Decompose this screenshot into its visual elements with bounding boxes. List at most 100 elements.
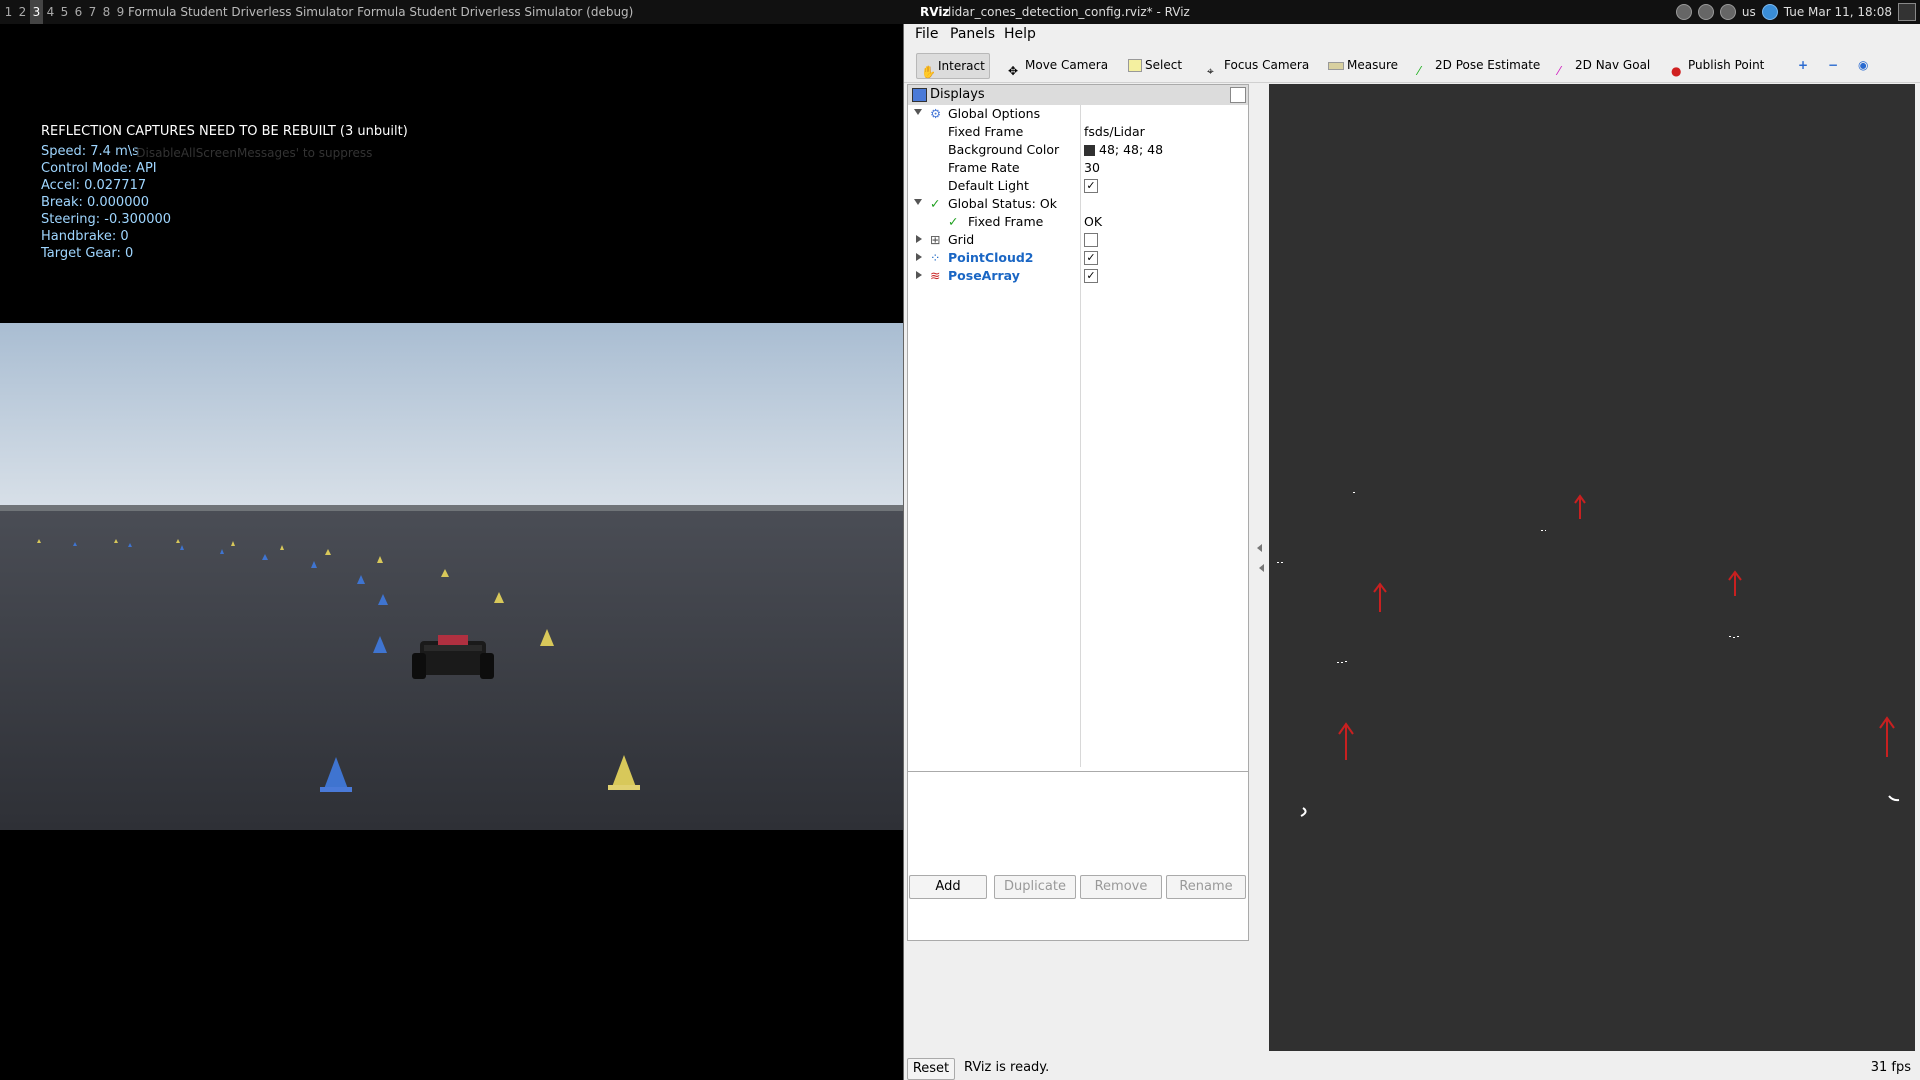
reset-button[interactable]: Reset bbox=[907, 1058, 955, 1080]
rviz-window-title[interactable]: lidar_cones_detection_config.rviz* - RVi… bbox=[948, 0, 1190, 24]
focus-camera-tool[interactable]: ⌖ Focus Camera bbox=[1203, 53, 1313, 78]
pointcloud2-label: PointCloud2 bbox=[948, 250, 1034, 265]
tree-background-color[interactable]: Background Color 48; 48; 48 bbox=[908, 141, 1248, 159]
workspace-2[interactable]: 2 bbox=[16, 0, 29, 24]
rviz-window: File Panels Help ✋ Interact ✥ Move Camera … bbox=[903, 24, 1920, 1080]
3d-render-view[interactable] bbox=[1269, 84, 1915, 1051]
sky bbox=[0, 323, 903, 508]
green-arrow-icon: ⁄ bbox=[1418, 63, 1421, 78]
panel-float-button[interactable] bbox=[1230, 87, 1246, 103]
focus-icon: ⌖ bbox=[1207, 63, 1214, 78]
simulator-viewport[interactable] bbox=[0, 323, 903, 830]
hand-icon: ✋ bbox=[921, 64, 936, 79]
publish-point-tool[interactable]: ● Publish Point bbox=[1667, 53, 1768, 78]
fixed-frame-value[interactable]: fsds/Lidar bbox=[1084, 124, 1145, 139]
posearray-checkbox[interactable]: ✓ bbox=[1084, 269, 1098, 283]
global-status-label: Global Status: Ok bbox=[948, 196, 1057, 211]
collapse-arrow-icon[interactable] bbox=[916, 271, 922, 279]
select-label: Select bbox=[1145, 58, 1183, 72]
workspace-5[interactable]: 5 bbox=[58, 0, 71, 24]
audio-icon[interactable] bbox=[1675, 4, 1692, 20]
workspace-9[interactable]: 9 bbox=[114, 0, 127, 24]
focus-camera-label: Focus Camera bbox=[1224, 58, 1310, 72]
grid-icon: ⊞ bbox=[930, 232, 941, 247]
grid-checkbox[interactable] bbox=[1084, 233, 1098, 247]
background-color-value[interactable]: 48; 48; 48 bbox=[1084, 142, 1163, 157]
hud-handbrake: Handbrake: 0 bbox=[41, 229, 129, 244]
menu-help[interactable]: Help bbox=[1004, 26, 1036, 42]
tree-grid[interactable]: ⊞ Grid bbox=[908, 231, 1248, 249]
menu-file[interactable]: File bbox=[915, 26, 938, 42]
duplicate-button[interactable]: Duplicate bbox=[994, 875, 1076, 899]
collapse-arrow-icon[interactable] bbox=[916, 235, 922, 243]
workspace-6[interactable]: 6 bbox=[72, 0, 85, 24]
add-tool-icon[interactable]: + bbox=[1794, 53, 1812, 77]
workspace-4[interactable]: 4 bbox=[44, 0, 57, 24]
tree-global-status[interactable]: ✓ Global Status: Ok bbox=[908, 195, 1248, 213]
left-dock-arrow-icon[interactable] bbox=[1259, 564, 1264, 572]
tree-global-options[interactable]: ⚙ Global Options bbox=[908, 105, 1248, 123]
collapse-arrow-icon[interactable] bbox=[916, 253, 922, 261]
interact-tool[interactable]: ✋ Interact bbox=[916, 53, 990, 79]
pose-estimate-label: 2D Pose Estimate bbox=[1435, 58, 1541, 72]
rename-button[interactable]: Rename bbox=[1166, 875, 1246, 899]
move-camera-tool[interactable]: ✥ Move Camera bbox=[1004, 53, 1112, 78]
pose-estimate-tool[interactable]: ⁄ 2D Pose Estimate bbox=[1414, 53, 1544, 78]
displays-panel: Displays ⚙ Global Options Fixed Frame fs… bbox=[907, 84, 1249, 941]
hud-speed: Speed: 7.4 m\s bbox=[41, 144, 139, 159]
color-swatch bbox=[1084, 145, 1095, 156]
workspace-7[interactable]: 7 bbox=[86, 0, 99, 24]
status-message: RViz is ready. bbox=[964, 1060, 1050, 1075]
status-bar: Reset RViz is ready. 31 fps bbox=[904, 1056, 1920, 1080]
select-tool[interactable]: Select bbox=[1124, 53, 1186, 77]
reflection-warning: REFLECTION CAPTURES NEED TO BE REBUILT (… bbox=[41, 124, 408, 139]
tree-frame-rate[interactable]: Frame Rate 30 bbox=[908, 159, 1248, 177]
nav-goal-label: 2D Nav Goal bbox=[1575, 58, 1651, 72]
top-panel: 123456789 Formula Student Driverless Sim… bbox=[0, 0, 1920, 24]
menu-bar: File Panels Help bbox=[904, 24, 1920, 46]
select-icon bbox=[1128, 59, 1142, 72]
pointcloud2-checkbox[interactable]: ✓ bbox=[1084, 251, 1098, 265]
status-fixed-frame-label: Fixed Frame bbox=[968, 214, 1044, 229]
displays-tree: ⚙ Global Options Fixed Frame fsds/Lidar … bbox=[908, 105, 1248, 767]
default-light-checkbox[interactable]: ✓ bbox=[1084, 179, 1098, 193]
brightness-icon[interactable] bbox=[1697, 4, 1714, 20]
tree-pointcloud2[interactable]: ⁘ PointCloud2 ✓ bbox=[908, 249, 1248, 267]
system-tray: us Tue Mar 11, 18:08 bbox=[1675, 0, 1920, 24]
add-button[interactable]: Add bbox=[909, 875, 987, 899]
workspace-3[interactable]: 3 bbox=[30, 0, 43, 24]
remove-tool-icon[interactable]: − bbox=[1824, 53, 1842, 77]
tree-fixed-frame[interactable]: Fixed Frame fsds/Lidar bbox=[908, 123, 1248, 141]
eye-icon[interactable]: ◉ bbox=[1854, 53, 1872, 77]
nav-goal-tool[interactable]: ⁄ 2D Nav Goal bbox=[1554, 53, 1654, 78]
frame-rate-value[interactable]: 30 bbox=[1084, 160, 1100, 175]
monitor-icon bbox=[912, 88, 927, 102]
posearray-icon: ≋ bbox=[930, 268, 941, 283]
tree-posearray[interactable]: ≋ PoseArray ✓ bbox=[908, 267, 1248, 285]
workspace-8[interactable]: 8 bbox=[100, 0, 113, 24]
clock[interactable]: Tue Mar 11, 18:08 bbox=[1784, 5, 1892, 19]
expand-arrow-icon[interactable] bbox=[914, 199, 922, 205]
simulator-window[interactable]: REFLECTION CAPTURES NEED TO BE REBUILT (… bbox=[0, 24, 903, 1080]
splitter-handle[interactable] bbox=[1257, 544, 1262, 552]
workspace-1[interactable]: 1 bbox=[2, 0, 15, 24]
remove-button[interactable]: Remove bbox=[1080, 875, 1162, 899]
simulator-window-titles[interactable]: Formula Student Driverless Simulator For… bbox=[128, 0, 633, 24]
rviz-logo: RViz bbox=[920, 5, 950, 19]
keyboard-layout[interactable]: us bbox=[1742, 5, 1756, 19]
menu-panels[interactable]: Panels bbox=[950, 26, 995, 42]
fps-counter: 31 fps bbox=[1870, 1060, 1911, 1075]
status-fixed-frame-value: OK bbox=[1084, 214, 1103, 229]
network-icon[interactable] bbox=[1719, 4, 1736, 20]
updates-icon[interactable] bbox=[1761, 4, 1778, 20]
race-car bbox=[412, 635, 494, 679]
apps-grid-icon[interactable] bbox=[1898, 3, 1916, 21]
background-color-label: Background Color bbox=[948, 142, 1060, 157]
tree-default-light[interactable]: Default Light ✓ bbox=[908, 177, 1248, 195]
hud-brake: Break: 0.000000 bbox=[41, 195, 150, 210]
column-divider[interactable] bbox=[1080, 105, 1081, 767]
tree-status-fixed-frame[interactable]: ✓ Fixed Frame OK bbox=[908, 213, 1248, 231]
default-light-label: Default Light bbox=[948, 178, 1029, 193]
expand-arrow-icon[interactable] bbox=[914, 109, 922, 115]
measure-tool[interactable]: Measure bbox=[1324, 53, 1402, 77]
